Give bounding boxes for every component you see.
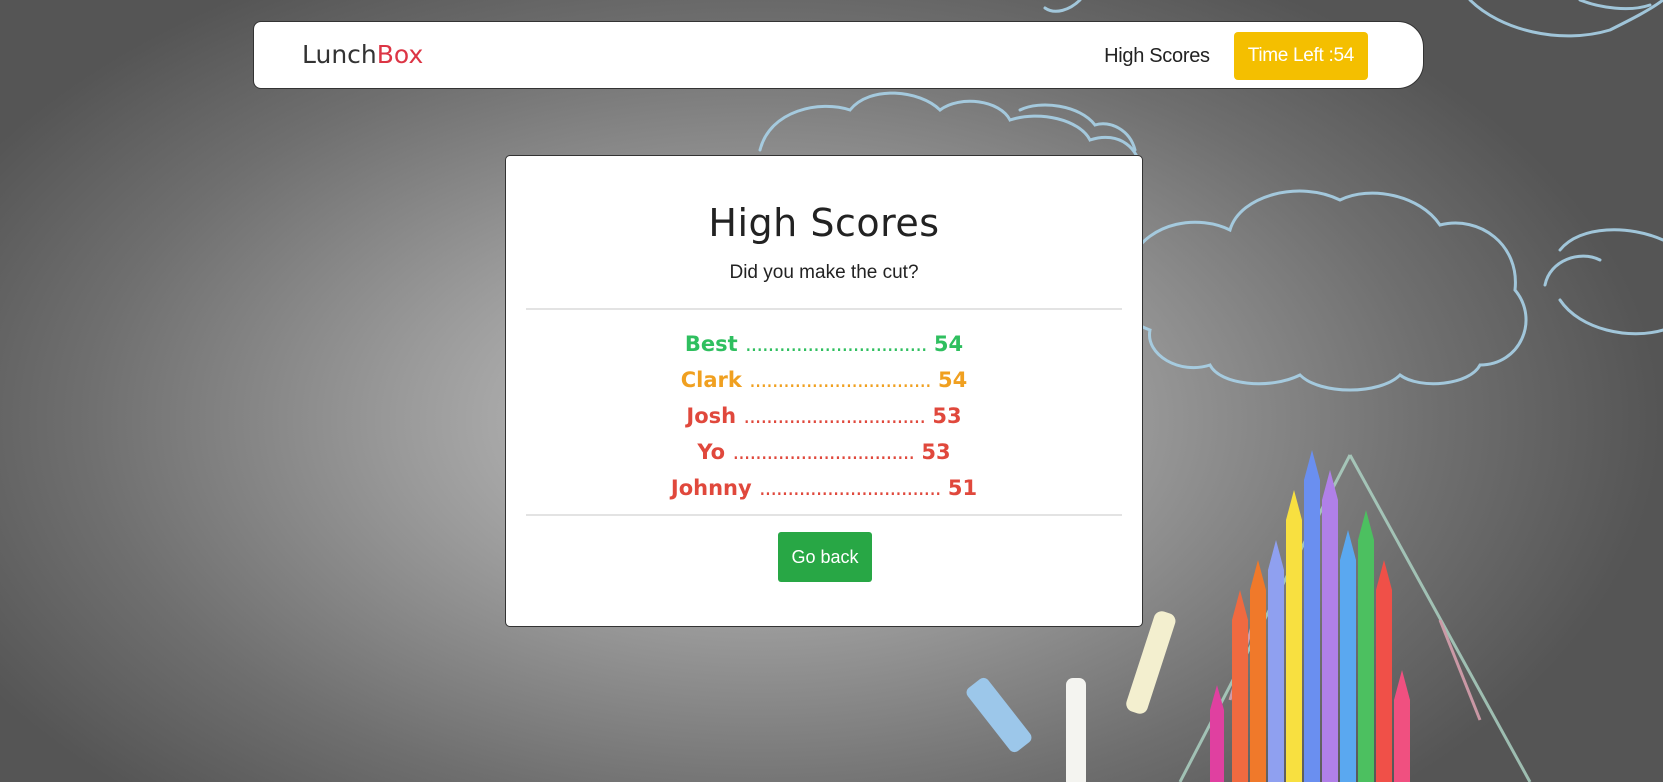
score-leader-dots: ................................ (743, 404, 926, 428)
top-navbar: LunchBox High Scores Time Left :54 (253, 21, 1424, 89)
brand-name-part2: Box (376, 40, 424, 69)
brand-name-part1: Lunch (302, 40, 377, 69)
score-row: Clark ................................ 5… (506, 362, 1142, 398)
player-score: 53 (932, 404, 962, 428)
player-name: Josh (686, 404, 737, 428)
nav-right-group: High Scores Time Left :54 (1104, 32, 1368, 80)
go-back-button[interactable]: Go back (778, 532, 872, 582)
player-score: 54 (938, 368, 968, 392)
divider-bottom (526, 514, 1122, 516)
subtitle: Did you make the cut? (729, 262, 919, 283)
time-left-badge: Time Left :54 (1233, 32, 1368, 80)
scores-list: Best ................................ 54… (506, 326, 1142, 506)
player-score: 54 (933, 332, 964, 356)
brand-logo[interactable]: LunchBox (302, 40, 423, 69)
score-leader-dots: ................................ (749, 368, 932, 392)
score-leader-dots: ................................ (732, 440, 915, 464)
nav-link-high-scores[interactable]: High Scores (1104, 45, 1210, 68)
page-title: High Scores (708, 201, 940, 245)
score-row: Josh ................................ 53 (506, 398, 1142, 434)
player-name: Yo (697, 440, 726, 464)
player-name: Best (684, 332, 738, 356)
player-name: Johnny (670, 476, 752, 500)
score-row: Best ................................ 54 (506, 326, 1142, 362)
player-score: 53 (921, 440, 951, 464)
divider-top (526, 308, 1122, 310)
player-name: Clark (680, 368, 742, 392)
score-row: Yo ................................ 53 (506, 434, 1142, 470)
score-row: Johnny ................................ … (506, 470, 1142, 506)
player-score: 51 (947, 476, 978, 500)
high-scores-card: High Scores Did you make the cut? Best .… (505, 155, 1143, 627)
score-leader-dots: ................................ (758, 476, 942, 500)
score-leader-dots: ................................ (744, 332, 928, 356)
